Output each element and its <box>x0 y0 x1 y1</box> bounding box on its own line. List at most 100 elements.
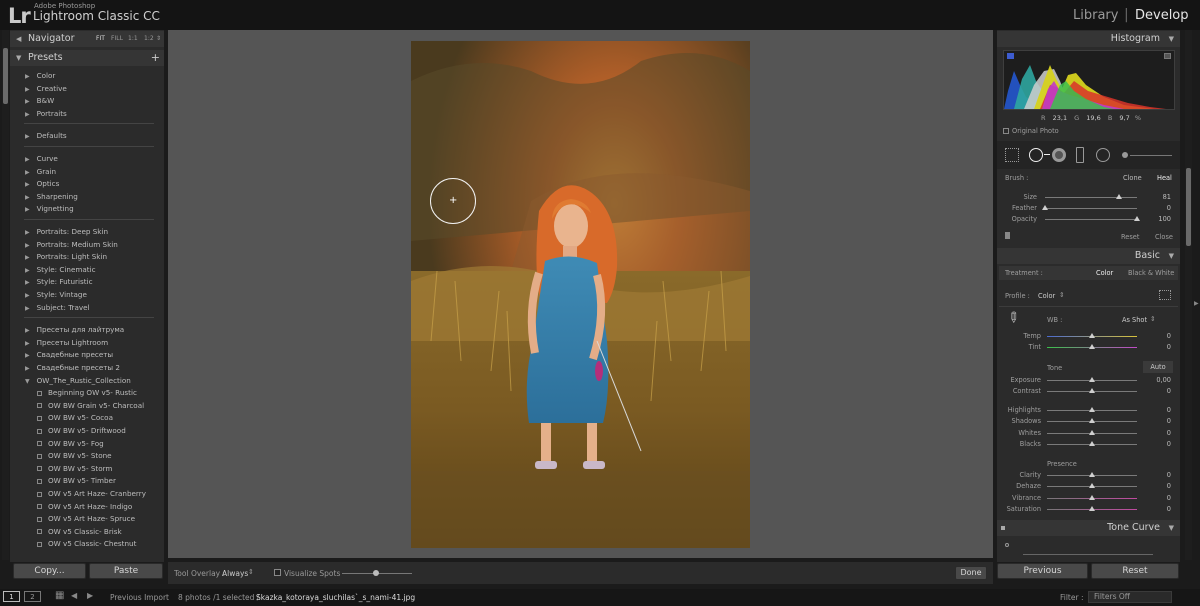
collapsed-triangle-icon[interactable]: ▶ <box>25 340 30 347</box>
filter-select[interactable]: Filters Off <box>1088 591 1172 603</box>
collapsed-triangle-icon[interactable]: ▶ <box>25 111 30 118</box>
preset-group[interactable]: ▶ Curve <box>25 154 58 163</box>
slider-value[interactable]: 100 <box>1143 215 1171 223</box>
zoom-fit[interactable]: FIT <box>96 31 105 47</box>
crop-tool-icon[interactable] <box>1005 148 1019 162</box>
histogram-header[interactable]: Histogram ▼ <box>997 31 1180 47</box>
tool-overlay-stepper-icon[interactable]: ⇕ <box>248 568 254 576</box>
preset-item[interactable]: OW BW v5- Timber <box>37 476 116 485</box>
collapsed-triangle-icon[interactable]: ▶ <box>25 305 30 312</box>
slider-thumb[interactable] <box>1089 441 1095 447</box>
add-preset-button[interactable]: + <box>151 50 160 66</box>
slider-thumb[interactable] <box>1134 216 1140 221</box>
slider-value[interactable]: 0 <box>1143 482 1171 490</box>
histogram-graph[interactable] <box>1003 50 1175 110</box>
collapsed-triangle-icon[interactable]: ▶ <box>25 181 30 188</box>
basic-header[interactable]: Basic ▼ <box>997 248 1180 264</box>
radial-filter-icon[interactable] <box>1096 148 1110 162</box>
zoom-stepper-icon[interactable]: ⇕ <box>156 31 161 47</box>
grid-view-icon[interactable]: ▦ <box>55 590 64 601</box>
tone-curve-target-icon[interactable] <box>1005 543 1009 547</box>
navigator-header[interactable]: ◀ Navigator FIT FILL 1:1 1:2 ⇕ <box>10 31 164 47</box>
preset-group[interactable]: ▶ Subject: Travel <box>25 303 90 312</box>
preset-item[interactable]: OW BW v5- Cocoa <box>37 413 113 422</box>
wb-select[interactable]: As Shot <box>1122 316 1147 324</box>
heal-mode[interactable]: Heal <box>1157 174 1172 182</box>
collapsed-triangle-icon[interactable]: ▶ <box>25 365 30 372</box>
preset-group[interactable]: ▶ Sharpening <box>25 192 78 201</box>
zoom-1-2[interactable]: 1:2 <box>144 31 154 47</box>
slider-value[interactable]: 0 <box>1143 494 1171 502</box>
collapse-triangle-icon[interactable]: ▼ <box>1169 31 1174 47</box>
slider-value[interactable]: 0 <box>1143 343 1171 351</box>
preset-item[interactable]: OW BW v5- Fog <box>37 439 104 448</box>
graduated-filter-icon[interactable] <box>1076 147 1084 163</box>
preset-group[interactable]: ▶ Свадебные пресеты <box>25 350 113 359</box>
collapsed-triangle-icon[interactable]: ▶ <box>25 156 30 163</box>
original-photo-checkbox[interactable] <box>1003 128 1009 134</box>
preset-item[interactable]: OW v5 Art Haze- Spruce <box>37 514 135 523</box>
collapsed-triangle-icon[interactable]: ▶ <box>25 267 30 274</box>
preset-item[interactable]: OW v5 Art Haze- Indigo <box>37 502 132 511</box>
back-arrow-icon[interactable]: ◀ <box>71 591 77 600</box>
slider-thumb[interactable] <box>1089 333 1095 338</box>
current-filename[interactable]: Skazka_kotoraya_sluchilas`_s_nami-41.jpg <box>256 593 415 602</box>
preset-group[interactable]: ▶ Grain <box>25 167 56 176</box>
collapsed-triangle-icon[interactable]: ▶ <box>25 169 30 176</box>
red-eye-tool-icon[interactable] <box>1052 148 1066 162</box>
spot-removal-tool-icon[interactable] <box>1029 148 1043 162</box>
slider-value[interactable]: 0,00 <box>1143 376 1171 384</box>
profile-browser-icon[interactable] <box>1159 290 1171 300</box>
slider-value[interactable]: 0 <box>1143 505 1171 513</box>
tone-curve-header[interactable]: Tone Curve ▼ <box>997 520 1180 536</box>
spot-reset-button[interactable]: Reset <box>1121 233 1139 241</box>
collapsed-triangle-icon[interactable]: ▶ <box>25 352 30 359</box>
preset-group[interactable]: ▼ OW_The_Rustic_Collection <box>25 376 131 385</box>
preset-group[interactable]: ▶ Optics <box>25 179 59 188</box>
slider-thumb[interactable] <box>1089 472 1095 477</box>
slider-value[interactable]: 81 <box>1143 193 1171 201</box>
collapsed-triangle-icon[interactable]: ▶ <box>25 206 30 213</box>
spot-close-button[interactable]: Close <box>1155 233 1173 241</box>
preset-item[interactable]: OW v5 Classic- Brisk <box>37 527 122 536</box>
slider-value[interactable]: 0 <box>1143 417 1171 425</box>
slider-thumb[interactable] <box>1089 494 1095 500</box>
slider-thumb[interactable] <box>1089 388 1095 393</box>
preset-group[interactable]: ▶ Пресеты для лайтрума <box>25 325 124 334</box>
paste-button[interactable]: Paste <box>89 563 163 579</box>
second-window-button[interactable]: 2 <box>24 591 41 602</box>
module-develop[interactable]: Develop <box>1135 8 1189 23</box>
left-panel-scrollbar[interactable] <box>2 30 9 560</box>
collapsed-triangle-icon[interactable]: ▶ <box>25 229 30 236</box>
previous-button[interactable]: Previous <box>997 563 1088 579</box>
expanded-triangle-icon[interactable]: ▼ <box>25 378 30 385</box>
preset-item[interactable]: OW v5 Art Haze- Cranberry <box>37 489 146 498</box>
preset-group[interactable]: ▶ B&W <box>25 96 54 105</box>
collapse-triangle-icon[interactable]: ▼ <box>1169 248 1174 264</box>
right-panel-scrollbar[interactable] <box>1185 30 1192 560</box>
slider-thumb[interactable] <box>1089 506 1095 512</box>
white-balance-eyedropper-icon[interactable]: ✎ <box>1003 308 1023 328</box>
slider-value[interactable]: 0 <box>1143 429 1171 437</box>
tone-curve-toggle-icon[interactable] <box>1001 526 1005 530</box>
presets-header[interactable]: ▼ Presets + <box>10 50 164 66</box>
collapse-triangle-icon[interactable]: ◀ <box>16 31 21 47</box>
collapsed-triangle-icon[interactable]: ▶ <box>25 133 30 140</box>
slider-value[interactable]: 0 <box>1143 406 1171 414</box>
reset-button[interactable]: Reset <box>1091 563 1179 579</box>
slider-thumb[interactable] <box>1115 194 1122 199</box>
slider-track[interactable] <box>1045 219 1137 220</box>
copy-button[interactable]: Copy... <box>13 563 86 579</box>
preset-group[interactable]: ▶ Portraits: Deep Skin <box>25 227 108 236</box>
zoom-fill[interactable]: FILL <box>111 31 123 47</box>
preset-group[interactable]: ▶ Portraits: Light Skin <box>25 252 107 261</box>
preset-item[interactable]: OW BW v5- Driftwood <box>37 426 126 435</box>
slider-thumb[interactable] <box>1089 344 1095 349</box>
preset-item[interactable]: OW v5 Classic- Chestnut <box>37 539 136 548</box>
slider-thumb[interactable] <box>1089 407 1095 412</box>
preset-group[interactable]: ▶ Vignetting <box>25 204 74 213</box>
spot-panel-toggle-icon[interactable] <box>1005 232 1010 239</box>
slider-thumb[interactable] <box>1089 418 1095 424</box>
shadow-clipping-icon[interactable] <box>1007 53 1014 59</box>
collapsed-triangle-icon[interactable]: ▶ <box>25 86 30 93</box>
